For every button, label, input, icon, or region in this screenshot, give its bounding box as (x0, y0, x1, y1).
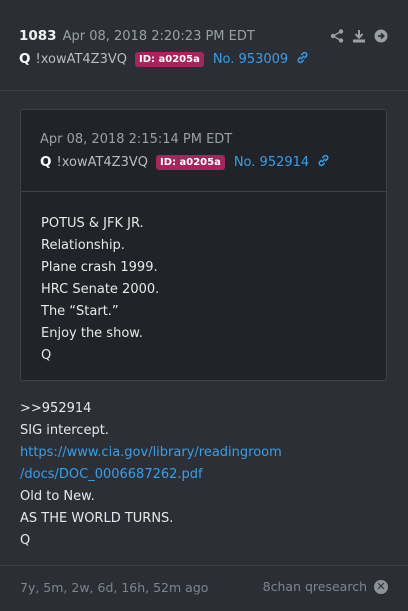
source-label: 8chan qresearch (262, 579, 367, 594)
arrow-right-circle-icon[interactable] (374, 28, 388, 44)
quoted-post: Apr 08, 2018 2:15:14 PM EDT Q !xowAT4Z3V… (20, 109, 387, 381)
quoted-post-date: Apr 08, 2018 2:15:14 PM EDT (40, 132, 233, 147)
quoted-id-badge: ID: a0205a (155, 154, 225, 170)
body-line: AS THE WORLD TURNS. (20, 511, 174, 526)
post-body: >>952914 SIG intercept. https://www.cia.… (20, 398, 282, 552)
post-ref-link[interactable]: No. 953009 (213, 52, 288, 67)
quoted-line: The “Start.” (41, 304, 119, 319)
url-link-continued[interactable]: /docs/DOC_0006687262.pdf (20, 464, 282, 486)
quoted-line: Q (41, 348, 52, 363)
id-badge: ID: a0205a (134, 51, 204, 67)
q-post-card: 1083 Apr 08, 2018 2:20:23 PM EDT Q !xowA… (0, 0, 408, 611)
post-actions (330, 28, 388, 44)
post-number: 1083 (19, 28, 57, 44)
link-icon[interactable] (317, 154, 330, 170)
post-header: 1083 Apr 08, 2018 2:20:23 PM EDT Q !xowA… (0, 0, 408, 91)
body-line: Q (20, 533, 31, 548)
post-footer: 7y, 5m, 2w, 6d, 16h, 52m ago 8chan qrese… (0, 565, 408, 611)
quoted-tripcode: !xowAT4Z3VQ (56, 154, 148, 170)
quoted-author-name: Q (40, 154, 52, 170)
post-meta-row: 1083 Apr 08, 2018 2:20:23 PM EDT (19, 28, 255, 44)
body-line: SIG intercept. (20, 423, 109, 438)
post-source: 8chan qresearch ✕ (263, 579, 388, 594)
quoted-line: Enjoy the show. (41, 326, 143, 341)
quoted-line: HRC Senate 2000. (41, 282, 160, 297)
quoted-post-header: Apr 08, 2018 2:15:14 PM EDT Q !xowAT4Z3V… (21, 110, 386, 192)
post-date: Apr 08, 2018 2:20:23 PM EDT (62, 28, 255, 44)
download-icon[interactable] (352, 28, 366, 44)
url-link[interactable]: https://www.cia.gov/library/readingroom (20, 442, 282, 464)
quoted-line: POTUS & JFK JR. (41, 216, 144, 231)
post-author-row: Q !xowAT4Z3VQ ID: a0205a No. 953009 (19, 51, 309, 67)
close-icon[interactable]: ✕ (374, 579, 388, 594)
quoted-line: Plane crash 1999. (41, 260, 158, 275)
quoted-ref-link[interactable]: No. 952914 (234, 155, 309, 170)
quoted-line: Relationship. (41, 238, 125, 253)
share-icon[interactable] (330, 28, 344, 44)
reply-reference[interactable]: >>952914 (20, 398, 282, 420)
post-age: 7y, 5m, 2w, 6d, 16h, 52m ago (20, 580, 209, 595)
quoted-post-body: POTUS & JFK JR. Relationship. Plane cras… (41, 213, 159, 367)
quoted-author-row: Q !xowAT4Z3VQ ID: a0205a No. 952914 (40, 154, 330, 170)
tripcode: !xowAT4Z3VQ (35, 51, 127, 67)
author-name: Q (19, 51, 31, 67)
body-line: Old to New. (20, 489, 95, 504)
link-icon[interactable] (296, 51, 309, 67)
